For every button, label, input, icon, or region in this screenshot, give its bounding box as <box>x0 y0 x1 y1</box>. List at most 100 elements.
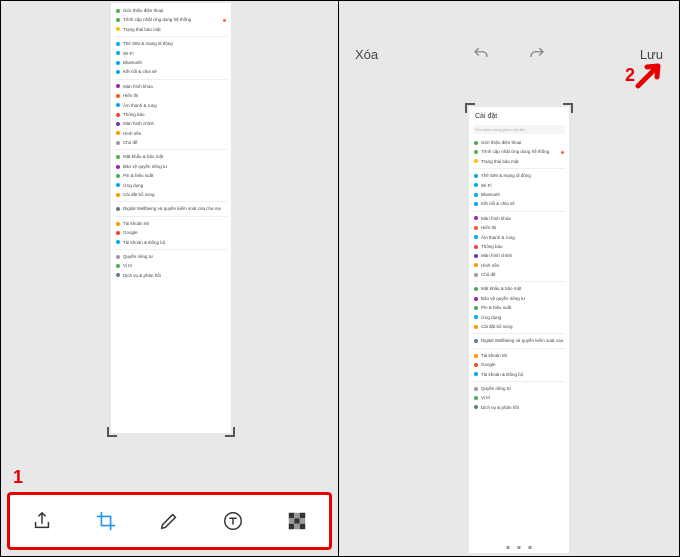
settings-row-label: Ứng dụng <box>481 315 564 320</box>
screenshot-preview: Cài đặt Tìm kiếm trong phần cài đặt Giới… <box>469 107 569 553</box>
settings-row-label: Wi-Fi <box>123 51 226 56</box>
settings-row-label: Hiển thị <box>481 225 564 230</box>
settings-row-label: Mật khẩu & bảo mật <box>123 154 226 159</box>
settings-row-icon <box>474 141 478 145</box>
settings-row: Thẻ SIM & mạng di động <box>473 171 565 180</box>
settings-row: Kết nối & chia sẻ <box>115 67 227 76</box>
settings-row: Tài khoản & Đồng bộ <box>473 370 565 379</box>
settings-row-label: Cài đặt bổ sung <box>481 324 564 329</box>
crop-corner-tl[interactable] <box>465 103 475 113</box>
text-button[interactable] <box>219 507 247 535</box>
settings-row-icon <box>116 174 120 178</box>
crop-corner-tr[interactable] <box>563 103 573 113</box>
settings-row-icon <box>116 273 120 277</box>
mosaic-button[interactable] <box>283 507 311 535</box>
settings-row-icon <box>474 174 478 178</box>
settings-row-label: Trình cập nhật ứng dung hệ thống <box>481 149 556 154</box>
crop-corner-bl[interactable] <box>107 427 117 437</box>
settings-row: Dịch vụ & phản hồi <box>473 403 565 412</box>
settings-row-icon <box>116 240 120 244</box>
settings-row-label: Tài khoản & Đồng bộ <box>481 372 564 377</box>
nav-bar-icons <box>507 546 532 549</box>
settings-row-icon <box>116 255 120 259</box>
settings-row-icon <box>474 216 478 220</box>
settings-row: Wi-Fi <box>473 181 565 190</box>
settings-row: Hình nền <box>115 129 227 138</box>
settings-row-label: Wi-Fi <box>481 183 564 188</box>
settings-row: Màn hình khóa <box>115 82 227 91</box>
redo-button[interactable] <box>527 44 547 64</box>
settings-row-label: Digital Wellbeing và quyền kiểm soát của… <box>123 206 226 211</box>
settings-row: Hiển thị <box>115 91 227 100</box>
settings-row: Tài khoản Mi <box>115 219 227 228</box>
settings-row-icon <box>116 51 120 55</box>
settings-row-icon <box>116 122 120 126</box>
settings-row-icon <box>116 222 120 226</box>
settings-row-label: Tài khoản & Đồng bộ <box>123 240 226 245</box>
settings-row-label: Âm thanh & rung <box>481 235 564 240</box>
settings-row-label: Màn hình chính <box>123 121 226 126</box>
settings-row-icon <box>474 263 478 267</box>
settings-row-icon <box>474 235 478 239</box>
settings-row: Kết nối & chia sẻ <box>473 199 565 208</box>
settings-row-icon <box>116 42 120 46</box>
settings-row-label: Hình nền <box>123 131 226 136</box>
settings-row-label: Quyền riêng tư <box>123 254 226 259</box>
step-1-panel: Giới thiệu điện thoạiTrình cập nhật ứng … <box>1 1 339 556</box>
settings-row-icon <box>474 297 478 301</box>
settings-row-label: Màn hình khóa <box>481 216 564 221</box>
settings-row-icon <box>116 231 120 235</box>
settings-row: Âm thanh & rung <box>473 233 565 242</box>
step-2-panel: Xóa Lưu 2 Cài đặt Tìm kiếm trong phần cà… <box>339 1 679 556</box>
settings-row: Bảo vệ quyền riêng tư <box>115 162 227 171</box>
crop-corner-br[interactable] <box>225 427 235 437</box>
settings-row-icon <box>116 264 120 268</box>
settings-row: Trạng thái bảo mật <box>115 25 227 34</box>
settings-row-label: Màn hình chính <box>481 253 564 258</box>
settings-row-icon <box>116 61 120 65</box>
settings-row-label: Digital Wellbeing và quyền kiểm soát của… <box>481 338 564 343</box>
settings-row-label: Kết nối & chia sẻ <box>123 69 226 74</box>
settings-row-icon <box>474 315 478 319</box>
settings-row-icon <box>474 339 478 343</box>
undo-button[interactable] <box>471 44 491 64</box>
crop-button[interactable] <box>92 507 120 535</box>
step-number-2: 2 <box>625 65 635 86</box>
settings-row: Tài khoản & Đồng bộ <box>115 238 227 247</box>
settings-row: Quyền riêng tư <box>115 252 227 261</box>
settings-row: Vị trí <box>115 261 227 270</box>
draw-button[interactable] <box>155 507 183 535</box>
settings-row-label: Cài đặt bổ sung <box>123 192 226 197</box>
settings-row-label: Vị trí <box>123 263 226 268</box>
settings-row-label: Chủ đề <box>123 140 226 145</box>
settings-row: Trạng thái bảo mật <box>473 157 565 166</box>
settings-row-label: Hình nền <box>481 263 564 268</box>
settings-row-icon <box>116 9 120 13</box>
settings-row: Thông báo <box>473 242 565 251</box>
settings-row-label: Bluetooth <box>481 192 564 197</box>
settings-row: Trình cập nhật ứng dung hệ thống <box>473 147 565 156</box>
settings-row-icon <box>474 150 478 154</box>
settings-row-label: Quyền riêng tư <box>481 386 564 391</box>
settings-row-icon <box>474 405 478 409</box>
screenshot-toolbar <box>7 492 332 550</box>
delete-button[interactable]: Xóa <box>355 47 378 62</box>
settings-row-label: Bảo vệ quyền riêng tư <box>123 164 226 169</box>
settings-row-label: Trạng thái bảo mật <box>481 159 564 164</box>
settings-row-icon <box>474 396 478 400</box>
settings-row: Digital Wellbeing và quyền kiểm soát của… <box>473 336 565 345</box>
settings-row-icon <box>474 273 478 277</box>
settings-row-label: Thẻ SIM & mạng di động <box>481 173 564 178</box>
update-badge-icon <box>561 151 564 154</box>
settings-row-label: Giới thiệu điện thoại <box>481 140 564 145</box>
settings-row-icon <box>474 325 478 329</box>
settings-row-label: Chủ đề <box>481 272 564 277</box>
settings-row-label: Mật khẩu & bảo mật <box>481 286 564 291</box>
settings-row-icon <box>116 155 120 159</box>
settings-row-label: Vị trí <box>481 395 564 400</box>
settings-row-label: Trạng thái bảo mật <box>123 27 226 32</box>
settings-row: Bảo vệ quyền riêng tư <box>473 294 565 303</box>
share-button[interactable] <box>28 507 56 535</box>
settings-row-icon <box>116 103 120 107</box>
settings-search-placeholder: Tìm kiếm trong phần cài đặt <box>473 125 565 134</box>
